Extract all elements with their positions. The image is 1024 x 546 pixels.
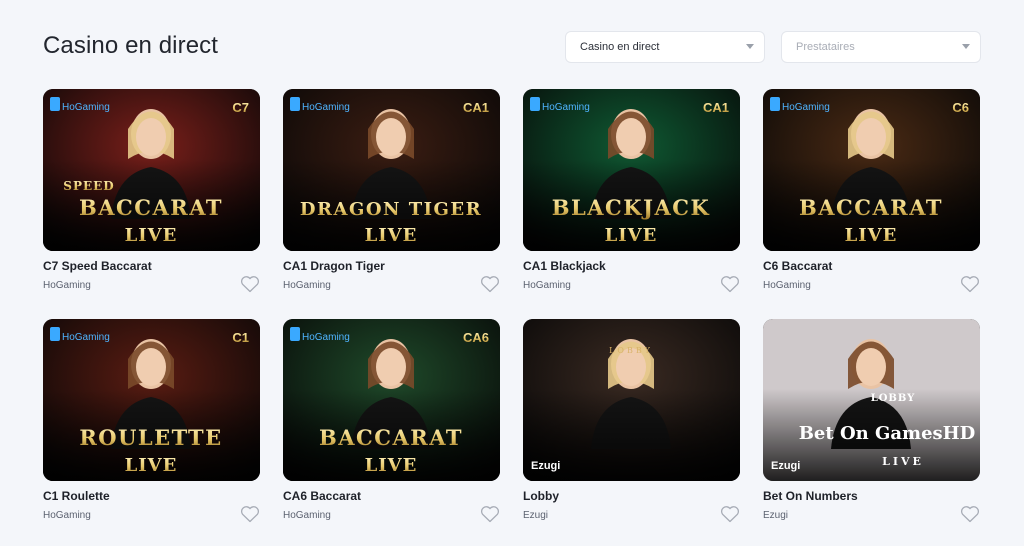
hogaming-logo [770,97,780,111]
game-provider: Ezugi [523,510,549,521]
game-thumbnail[interactable]: HoGaming CA6 BACCARAT LIVE [283,319,500,481]
game-card[interactable]: HoGaming C7 SPEED BACCARAT LIVE C7 Speed Bacc… [43,89,260,299]
thumb-line3: LIVE [365,455,418,476]
hogaming-logo [50,327,60,341]
category-select[interactable]: Casino en direct [565,31,765,63]
game-provider: HoGaming [43,280,91,291]
thumb-line1: LOBBY [871,393,916,404]
heart-outline-icon [240,276,260,293]
heart-outline-icon [720,506,740,523]
thumb-line1: SPEED [63,179,114,193]
game-provider: HoGaming [763,280,811,291]
favorite-button[interactable] [480,275,500,293]
game-name[interactable]: C6 Baccarat [763,259,832,273]
thumb-line3: LIVE [605,225,658,246]
game-provider: HoGaming [43,510,91,521]
game-card[interactable]: Ezugi LOBBY Bet On GamesHD LIVE Bet On Numbe… [763,319,980,529]
heart-outline-icon [480,276,500,293]
game-name[interactable]: CA6 Baccarat [283,489,361,503]
thumb-line2: ROULETTE [79,425,222,450]
game-card[interactable]: HoGaming C6 BACCARAT LIVE C6 Baccarat HoGamin… [763,89,980,299]
caret-down-icon [746,44,754,49]
favorite-button[interactable] [720,505,740,523]
heart-outline-icon [960,276,980,293]
heart-outline-icon [480,506,500,523]
game-card[interactable]: Ezugi LOBBY Lobby Ezugi [523,319,740,529]
game-card[interactable]: HoGaming CA1 DRAGON TIGER LIVE CA1 Dragon Ti… [283,89,500,299]
game-name[interactable]: Lobby [523,489,559,503]
game-name[interactable]: CA1 Blackjack [523,259,606,273]
table-badge: C7 [232,100,249,115]
game-provider: Ezugi [763,510,789,521]
hogaming-logo-text: HoGaming [542,102,590,113]
favorite-button[interactable] [240,275,260,293]
game-name[interactable]: Bet On Numbers [763,489,858,503]
game-card[interactable]: HoGaming CA1 BLACKJACK LIVE CA1 Blackjack HoG… [523,89,740,299]
ezugi-logo: Ezugi [771,460,800,472]
favorite-button[interactable] [480,505,500,523]
table-badge: C6 [952,100,969,115]
page-header: Casino en direct Casino en direct Presta… [43,30,981,64]
heart-outline-icon [960,506,980,523]
hogaming-logo [290,327,300,341]
game-provider: HoGaming [283,280,331,291]
game-provider: HoGaming [283,510,331,521]
provider-select-placeholder: Prestataires [796,41,855,53]
game-thumbnail[interactable]: HoGaming CA1 DRAGON TIGER LIVE [283,89,500,251]
hogaming-logo [50,97,60,111]
game-card[interactable]: HoGaming CA6 BACCARAT LIVE CA6 Baccarat HoGam… [283,319,500,529]
category-select-value: Casino en direct [580,41,660,53]
thumb-line2: BLACKJACK [552,195,710,220]
thumb-line3: LIVE [882,455,924,468]
game-thumbnail[interactable]: HoGaming C7 SPEED BACCARAT LIVE [43,89,260,251]
table-badge: CA6 [463,330,489,345]
game-thumbnail[interactable]: Ezugi LOBBY Bet On GamesHD LIVE [763,319,980,481]
thumb-line2: DRAGON TIGER [300,199,482,220]
hogaming-logo-text: HoGaming [62,102,110,113]
game-provider: HoGaming [523,280,571,291]
table-badge: C1 [232,330,249,345]
game-thumbnail[interactable]: HoGaming C1 ROULETTE LIVE [43,319,260,481]
favorite-button[interactable] [960,275,980,293]
heart-outline-icon [720,276,740,293]
thumb-line2: BACCARAT [799,195,943,220]
thumb-line3: LIVE [845,225,898,246]
table-badge: CA1 [703,100,729,115]
ezugi-logo: Ezugi [531,460,560,472]
lobby-sign: LOBBY [609,346,653,355]
game-thumbnail[interactable]: HoGaming C6 BACCARAT LIVE [763,89,980,251]
thumb-line3: LIVE [125,455,178,476]
game-name[interactable]: C7 Speed Baccarat [43,259,152,273]
hogaming-logo [530,97,540,111]
hogaming-logo-text: HoGaming [302,332,350,343]
favorite-button[interactable] [720,275,740,293]
game-name[interactable]: C1 Roulette [43,489,110,503]
thumb-line2: BACCARAT [79,195,223,220]
thumb-line2: BACCARAT [319,425,463,450]
thumb-line3: LIVE [365,225,418,246]
thumb-line3: LIVE [125,225,178,246]
page-title: Casino en direct [43,32,219,59]
provider-select[interactable]: Prestataires [781,31,981,63]
thumb-line2: Bet On GamesHD [799,423,976,444]
favorite-button[interactable] [960,505,980,523]
hogaming-logo-text: HoGaming [302,102,350,113]
heart-outline-icon [240,506,260,523]
game-thumbnail[interactable]: HoGaming CA1 BLACKJACK LIVE [523,89,740,251]
favorite-button[interactable] [240,505,260,523]
game-thumbnail[interactable]: Ezugi LOBBY [523,319,740,481]
hogaming-logo-text: HoGaming [62,332,110,343]
caret-down-icon [962,44,970,49]
game-name[interactable]: CA1 Dragon Tiger [283,259,385,273]
hogaming-logo [290,97,300,111]
hogaming-logo-text: HoGaming [782,102,830,113]
table-badge: CA1 [463,100,489,115]
game-card[interactable]: HoGaming C1 ROULETTE LIVE C1 Roulette HoGamin… [43,319,260,529]
